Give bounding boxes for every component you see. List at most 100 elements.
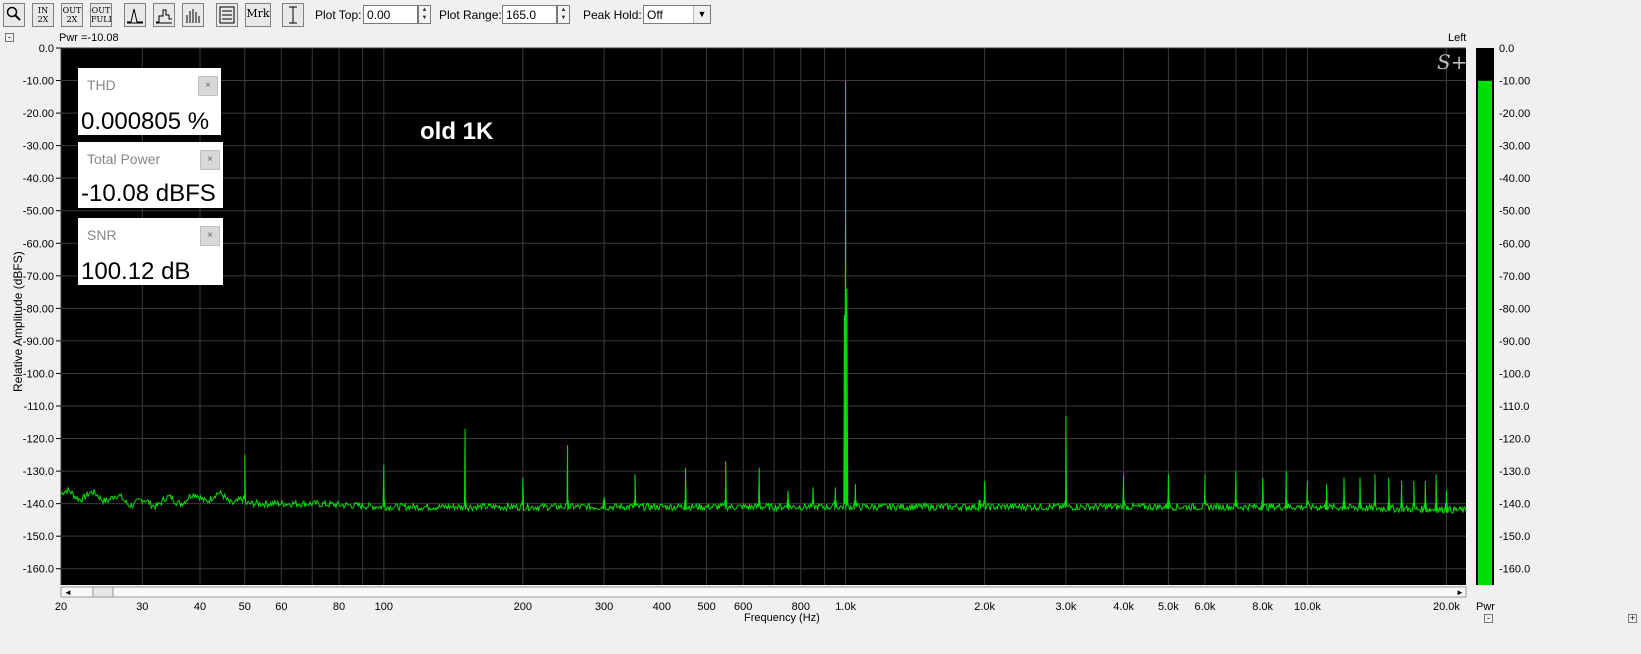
meter-label: Pwr bbox=[1476, 601, 1495, 613]
collapse-meter-icon[interactable]: - bbox=[1484, 614, 1493, 623]
zoom-in-2x-button[interactable]: IN 2X bbox=[32, 3, 54, 27]
meter-tick-label: -130.0 bbox=[1499, 466, 1530, 478]
meter-tick-label: -80.00 bbox=[1499, 303, 1530, 315]
meter-tick-label: -90.00 bbox=[1499, 336, 1530, 348]
peak-hold-select[interactable]: Off ▼ bbox=[643, 5, 711, 24]
logo: S+ bbox=[1437, 50, 1468, 74]
vertical-cursor-icon bbox=[283, 6, 303, 24]
y-tick-labels: 0.0 -10.00 -20.00 -30.00 -40.00 -50.00 -60.00 -… bbox=[23, 43, 61, 576]
x-tick-label: 20 bbox=[55, 601, 67, 613]
y-tick-label: -110.0 bbox=[24, 401, 54, 413]
scroll-right-arrow-icon[interactable]: ► bbox=[1456, 588, 1464, 597]
y-tick-label: -100.0 bbox=[23, 368, 54, 380]
line-plot-icon bbox=[125, 6, 145, 24]
step-plot-button[interactable] bbox=[153, 3, 175, 27]
toolbar: IN2X OUT2X OUTFULL Mrk Plot Top: ▲▼ Plot Range… bbox=[0, 0, 1641, 30]
y-tick-label: -60.00 bbox=[23, 238, 54, 250]
y-tick-label: -120.0 bbox=[23, 434, 54, 446]
meter-tick-label: -20.00 bbox=[1499, 108, 1530, 120]
marker-button[interactable]: Mrk bbox=[245, 3, 271, 27]
zoom-out-full-icon: OUT FULL bbox=[91, 6, 112, 24]
chevron-down-icon[interactable]: ▼ bbox=[693, 6, 710, 23]
zoom-out-2x-button[interactable]: OUT 2X bbox=[61, 3, 83, 27]
y-axis-label: Relative Amplitude (dBFS) bbox=[11, 251, 25, 392]
meter-tick-label: -40.00 bbox=[1499, 173, 1530, 185]
meter-tick-label: -120.0 bbox=[1499, 434, 1530, 446]
y-tick-label: -70.00 bbox=[23, 271, 54, 283]
peak-hold-value: Off bbox=[647, 8, 663, 22]
y-tick-label: -20.00 bbox=[23, 108, 54, 120]
meter-tick-label: -50.00 bbox=[1499, 206, 1530, 218]
total-power-box[interactable]: Total Power × -10.08 dBFS bbox=[78, 142, 223, 208]
total-power-title: Total Power bbox=[87, 151, 161, 167]
snr-title: SNR bbox=[87, 227, 117, 243]
x-tick-label: 500 bbox=[697, 601, 715, 613]
plot-top-label: Plot Top: bbox=[315, 8, 362, 22]
line-plot-button[interactable] bbox=[124, 3, 146, 27]
meter-tick-label: -140.0 bbox=[1499, 499, 1530, 511]
plot-range-label: Plot Range: bbox=[439, 8, 502, 22]
close-icon[interactable]: × bbox=[200, 150, 220, 170]
snr-value: 100.12 dB bbox=[81, 258, 191, 285]
thd-box[interactable]: THD × 0.000805 % bbox=[78, 68, 221, 135]
thd-value: 0.000805 % bbox=[81, 108, 210, 135]
horizontal-scrollbar[interactable] bbox=[60, 586, 1467, 598]
meter-tick-label: 0.0 bbox=[1499, 43, 1514, 55]
level-meter-bar bbox=[1478, 80, 1492, 585]
y-tick-label: -150.0 bbox=[23, 531, 54, 543]
scrollbar-thumb[interactable] bbox=[92, 586, 114, 598]
magnifier-icon bbox=[4, 6, 24, 22]
close-icon[interactable]: × bbox=[198, 76, 218, 96]
x-tick-label: 10.0k bbox=[1294, 601, 1321, 613]
x-tick-label: 80 bbox=[333, 601, 345, 613]
close-icon[interactable]: × bbox=[200, 226, 220, 246]
zoom-out-2x-icon: OUT 2X bbox=[62, 6, 82, 24]
total-power-value: -10.08 dBFS bbox=[81, 180, 216, 207]
zoom-out-full-button[interactable]: OUT FULL bbox=[90, 3, 112, 27]
x-tick-label: 20.0k bbox=[1433, 601, 1460, 613]
cursor-button[interactable] bbox=[282, 3, 304, 27]
meter-tick-labels: 0.0 -10.00 -20.00 -30.00 -40.00 -50.00 -60.00 -… bbox=[1499, 43, 1530, 576]
zoom-in-2x-icon: IN 2X bbox=[37, 6, 49, 24]
x-axis-label: Frequency (Hz) bbox=[744, 612, 820, 624]
x-tick-label: 50 bbox=[239, 601, 251, 613]
y-tick-label: -30.00 bbox=[23, 141, 54, 153]
step-plot-icon bbox=[154, 6, 174, 24]
x-tick-label: 400 bbox=[653, 601, 671, 613]
spectrum-chart: 0.0 -10.00 -20.00 -30.00 -40.00 -50.00 -60.00 -… bbox=[23, 43, 1530, 613]
meter-tick-label: -100.0 bbox=[1499, 368, 1530, 380]
bar-plot-button[interactable] bbox=[182, 3, 204, 27]
meter-tick-label: -10.00 bbox=[1499, 76, 1530, 88]
meter-tick-label: -110.0 bbox=[1499, 401, 1529, 413]
x-tick-label: 4.0k bbox=[1113, 601, 1134, 613]
meter-tick-label: -60.00 bbox=[1499, 238, 1530, 250]
scroll-left-arrow-icon[interactable]: ◄ bbox=[64, 588, 72, 597]
list-icon bbox=[217, 6, 237, 24]
plot-top-spinner[interactable]: ▲ ▼ bbox=[418, 5, 431, 24]
collapse-icon[interactable]: - bbox=[5, 33, 14, 42]
x-tick-label: 1.0k bbox=[835, 601, 856, 613]
x-tick-label: 60 bbox=[275, 601, 287, 613]
plot-range-spinner[interactable]: ▲ ▼ bbox=[557, 5, 570, 24]
settings-button[interactable] bbox=[216, 3, 238, 27]
y-tick-label: -160.0 bbox=[23, 564, 54, 576]
x-tick-label: 5.0k bbox=[1158, 601, 1179, 613]
meter-tick-label: -160.0 bbox=[1499, 564, 1530, 576]
y-tick-label: -10.00 bbox=[23, 76, 54, 88]
plot-top-input[interactable] bbox=[363, 5, 418, 24]
snr-box[interactable]: SNR × 100.12 dB bbox=[78, 218, 223, 285]
expand-icon[interactable]: + bbox=[1628, 614, 1637, 623]
y-tick-label: 0.0 bbox=[39, 43, 54, 55]
marker-icon: Mrk bbox=[246, 7, 270, 20]
zoom-button[interactable] bbox=[3, 3, 25, 27]
y-tick-label: -80.00 bbox=[23, 303, 54, 315]
meter-tick-label: -70.00 bbox=[1499, 271, 1530, 283]
meter-tick-label: -150.0 bbox=[1499, 531, 1530, 543]
x-tick-label: 40 bbox=[194, 601, 206, 613]
plot-annotation: old 1K bbox=[420, 118, 494, 145]
peak-hold-label: Peak Hold: bbox=[583, 8, 642, 22]
power-readout: Pwr =-10.08 bbox=[59, 32, 119, 44]
x-tick-label: 2.0k bbox=[974, 601, 995, 613]
channel-label: Left bbox=[1448, 32, 1467, 44]
plot-range-input[interactable] bbox=[502, 5, 557, 24]
